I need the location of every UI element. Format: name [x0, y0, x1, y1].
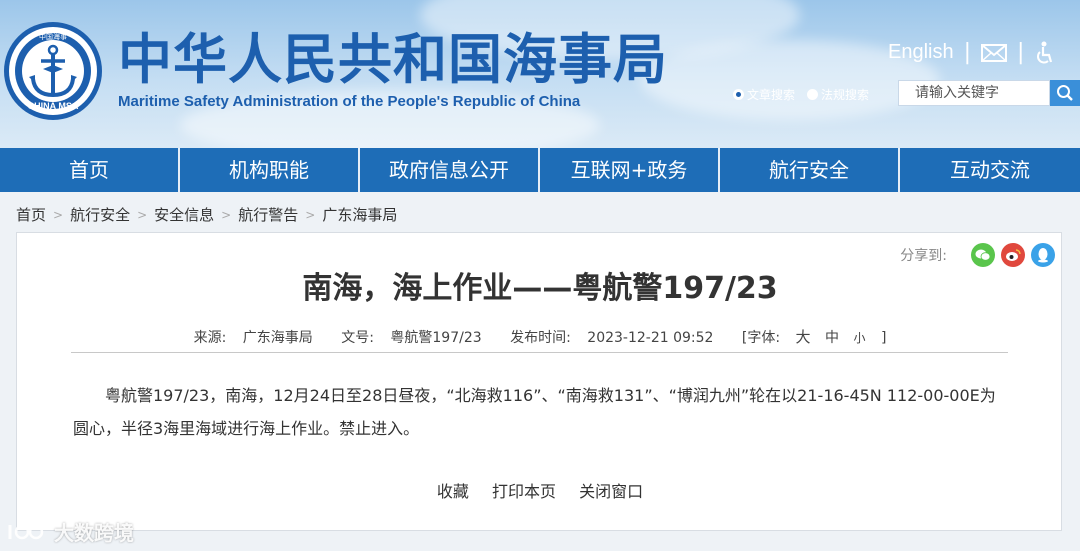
watermark-text: 大数跨境 [54, 521, 134, 545]
breadcrumb-item[interactable]: 航行安全 [70, 204, 130, 225]
breadcrumb-separator: > [53, 207, 64, 222]
breadcrumb-item[interactable]: 安全信息 [154, 204, 214, 225]
search-button[interactable] [1050, 80, 1080, 106]
favorite-button[interactable]: 收藏 [437, 482, 469, 501]
breadcrumb-separator: > [137, 207, 148, 222]
breadcrumb-item[interactable]: 航行警告 [238, 204, 298, 225]
breadcrumb-separator: > [305, 207, 316, 222]
nav-internet-gov[interactable]: 互联网+政务 [540, 148, 720, 192]
font-size-medium[interactable]: 中 [825, 330, 839, 346]
logo-top-text: 中国海事 [39, 32, 67, 41]
search-options: 文章搜索 法规搜索 [733, 86, 881, 103]
font-size-label: [字体: [741, 330, 781, 346]
search-input[interactable]: 请输入关键字 [898, 80, 1050, 106]
breadcrumb-item[interactable]: 首页 [16, 204, 46, 225]
site-header: 中国海事 CHINA MSA 中华人民共和国海事局 Maritime Safet… [0, 0, 1080, 148]
nav-functions[interactable]: 机构职能 [180, 148, 360, 192]
share-label: 分享到: [900, 248, 947, 264]
link-separator: | [963, 40, 972, 65]
search-option-regulations[interactable]: 法规搜索 [807, 86, 869, 103]
nav-gov-info[interactable]: 政府信息公开 [360, 148, 540, 192]
search-option-articles[interactable]: 文章搜索 [733, 86, 795, 103]
close-window-button[interactable]: 关闭窗口 [579, 482, 643, 501]
english-link[interactable]: English [888, 41, 954, 64]
site-title-en: Maritime Safety Administration of the Pe… [118, 93, 581, 110]
article-body: 粤航警197/23，南海，12月24日至28日昼夜，“北海救116”、“南海救1… [73, 386, 996, 438]
watermark-logo-icon [8, 524, 44, 539]
nav-navigation-safety[interactable]: 航行安全 [720, 148, 900, 192]
site-title-cn: 中华人民共和国海事局 [118, 28, 668, 91]
font-size-close: ] [880, 330, 887, 346]
radio-unselected[interactable] [807, 89, 819, 100]
nav-home[interactable]: 首页 [0, 148, 180, 192]
main-nav: 首页 机构职能 政府信息公开 互联网+政务 航行安全 互动交流 [0, 148, 1080, 192]
font-size-large[interactable]: 大 [796, 328, 811, 346]
meta-divider [71, 352, 1008, 353]
article-title: 南海，海上作业——粤航警197/23 [302, 271, 778, 306]
accessibility-icon[interactable] [1034, 41, 1054, 65]
breadcrumb: 首页 > 航行安全 > 安全信息 > 航行警告 > 广东海事局 [16, 204, 397, 225]
breadcrumb-item[interactable]: 广东海事局 [322, 204, 397, 225]
search-option-label: 文章搜索 [747, 88, 796, 102]
article-actions: 收藏 打印本页 关闭窗口 [17, 478, 1063, 502]
article-box: 分享到: 南海，海上作业——粤航警197/23 来源: 广东海事局 文号: 粤航… [16, 232, 1062, 531]
link-separator: | [1017, 40, 1025, 65]
pubtime-value: 2023-12-21 09:52 [587, 330, 714, 346]
msa-logo[interactable]: 中国海事 CHINA MSA [3, 21, 103, 121]
mail-icon[interactable] [981, 43, 1008, 62]
search-icon [1057, 85, 1073, 101]
top-links: English | | [888, 40, 1054, 65]
logo-text: CHINA MSA [28, 101, 79, 111]
font-size-small[interactable]: 小 [853, 331, 865, 345]
search-option-label: 法规搜索 [821, 88, 870, 102]
source-value: 广东海事局 [242, 330, 313, 346]
docno-label: 文号: [341, 330, 374, 346]
radio-selected[interactable] [733, 89, 744, 100]
watermark: 大数跨境 [6, 517, 134, 546]
pubtime-label: 发布时间: [510, 330, 571, 346]
print-button[interactable]: 打印本页 [492, 482, 556, 501]
nav-interaction[interactable]: 互动交流 [900, 148, 1080, 192]
breadcrumb-separator: > [221, 207, 232, 222]
source-label: 来源: [193, 330, 227, 346]
docno-value: 粤航警197/23 [390, 330, 482, 346]
article-meta: 来源: 广东海事局 文号: 粤航警197/23 发布时间: 2023-12-21… [17, 326, 1063, 347]
